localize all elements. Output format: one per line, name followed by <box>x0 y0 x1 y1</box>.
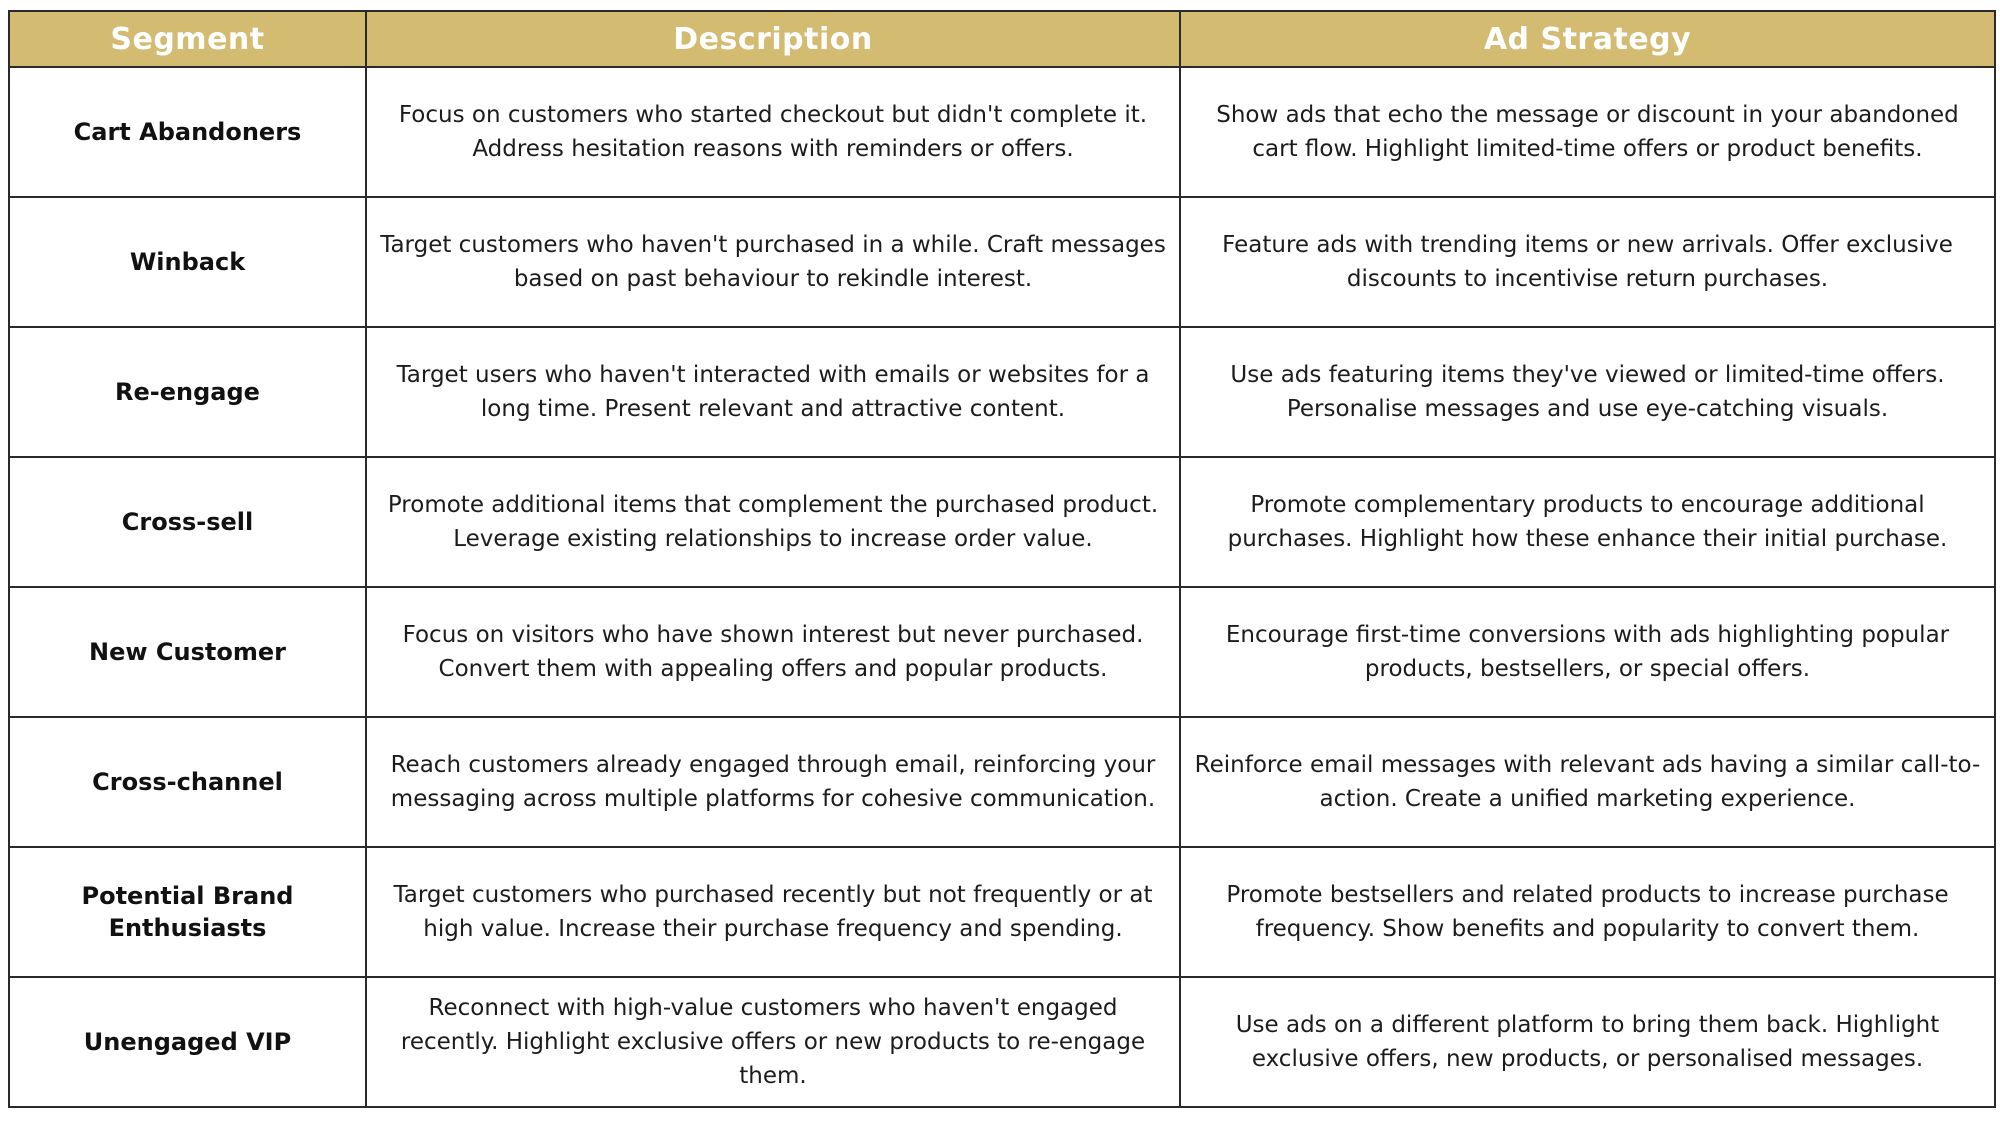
description-cell: Focus on visitors who have shown interes… <box>365 586 1181 718</box>
segment-cell: New Customer <box>8 586 367 718</box>
table-row: Cross-channel Reach customers already eng… <box>8 716 1996 848</box>
segment-cell: Cart Abandoners <box>8 66 367 198</box>
description-cell: Target customers who purchased recently … <box>365 846 1181 978</box>
segment-cell: Re-engage <box>8 326 367 458</box>
strategy-cell: Promote complementary products to encour… <box>1179 456 1996 588</box>
header-row: Segment Description Ad Strategy <box>8 10 1996 68</box>
table-row: Potential Brand Enthusiasts Target custom… <box>8 846 1996 978</box>
segment-cell: Cross-channel <box>8 716 367 848</box>
header-description: Description <box>365 10 1181 68</box>
table-row: Winback Target customers who haven't purc… <box>8 196 1996 328</box>
header-segment: Segment <box>8 10 367 68</box>
table-row: Cart Abandoners Focus on customers who st… <box>8 66 1996 198</box>
description-cell: Promote additional items that complement… <box>365 456 1181 588</box>
strategy-cell: Show ads that echo the message or discou… <box>1179 66 1996 198</box>
segment-strategy-table: Segment Description Ad Strategy Cart Aba… <box>8 10 1996 1108</box>
description-cell: Target users who haven't interacted with… <box>365 326 1181 458</box>
segment-cell: Unengaged VIP <box>8 976 367 1108</box>
strategy-cell: Use ads on a different platform to bring… <box>1179 976 1996 1108</box>
table-row: Re-engage Target users who haven't intera… <box>8 326 1996 458</box>
strategy-cell: Feature ads with trending items or new a… <box>1179 196 1996 328</box>
strategy-cell: Use ads featuring items they've viewed o… <box>1179 326 1996 458</box>
table-row: Cross-sell Promote additional items that … <box>8 456 1996 588</box>
strategy-cell: Reinforce email messages with relevant a… <box>1179 716 1996 848</box>
segment-cell: Cross-sell <box>8 456 367 588</box>
description-cell: Target customers who haven't purchased i… <box>365 196 1181 328</box>
strategy-cell: Promote bestsellers and related products… <box>1179 846 1996 978</box>
description-cell: Focus on customers who started checkout … <box>365 66 1181 198</box>
table-row: Unengaged VIP Reconnect with high-value c… <box>8 976 1996 1108</box>
segment-cell: Potential Brand Enthusiasts <box>8 846 367 978</box>
strategy-cell: Encourage first-time conversions with ad… <box>1179 586 1996 718</box>
header-ad-strategy: Ad Strategy <box>1179 10 1996 68</box>
description-cell: Reach customers already engaged through … <box>365 716 1181 848</box>
segment-cell: Winback <box>8 196 367 328</box>
description-cell: Reconnect with high-value customers who … <box>365 976 1181 1108</box>
table-row: New Customer Focus on visitors who have s… <box>8 586 1996 718</box>
